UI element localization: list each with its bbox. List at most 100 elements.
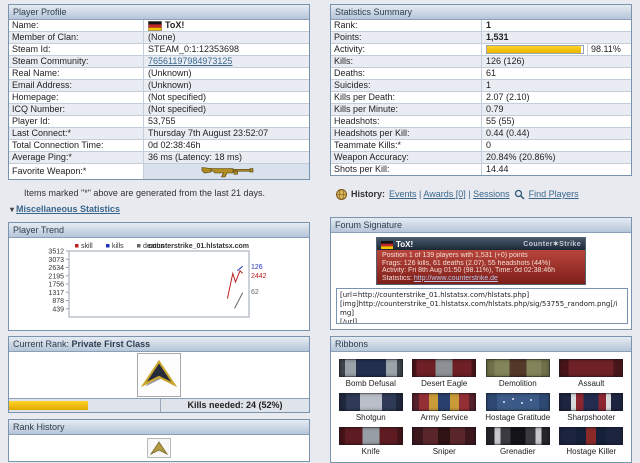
profile-label: Email Address: bbox=[9, 80, 144, 91]
stats-label: Teammate Kills:* bbox=[331, 140, 482, 151]
counter-strike-logo: Counter✶Strike bbox=[523, 241, 581, 248]
stats-row: Kills per Death: 2.07 (2.10) bbox=[331, 91, 631, 103]
stats-value: 0.44 (0.44) bbox=[486, 128, 530, 138]
ribbon-label: Bomb Defusal bbox=[345, 379, 396, 388]
stats-value: 55 (55) bbox=[486, 116, 515, 126]
ribbon-label: Shotgun bbox=[355, 413, 386, 422]
stats-value: 61 bbox=[486, 68, 497, 78]
profile-label: ICQ Number: bbox=[9, 104, 144, 115]
rank-history-insignia-icon bbox=[147, 438, 171, 458]
ribbon-cell: Desert Eagle bbox=[409, 359, 481, 388]
profile-value: 53,755 bbox=[148, 116, 176, 126]
rank-history-panel: Rank History bbox=[8, 419, 310, 462]
stats-value: 126 (126) bbox=[486, 56, 525, 66]
link-separator: | bbox=[465, 189, 474, 199]
ribbon-bomb-defusal bbox=[338, 359, 403, 377]
statistics-summary-rows: Rank: 1 Points: 1,531 Activity: 98.11% Kills: 1… bbox=[331, 20, 631, 175]
profile-value: (Not specified) bbox=[148, 104, 207, 114]
banner-line-activity: Activity: Fri 8th Aug 01:50 (98.11%), Ti… bbox=[382, 267, 556, 274]
profile-value: 0d 02:38:46h bbox=[148, 140, 201, 150]
stats-value: 98.11% bbox=[482, 44, 631, 55]
current-rank-panel: Current Rank: Private First Class Kills … bbox=[8, 336, 310, 413]
stats-label: Deaths: bbox=[331, 68, 482, 79]
profile-row: Average Ping:* 36 ms (Latency: 18 ms) bbox=[9, 151, 309, 163]
right-column: Statistics Summary Rank: 1 Points: 1,531 Act… bbox=[330, 4, 632, 463]
svg-text:skill: skill bbox=[81, 243, 93, 250]
ribbon-cell: Demolition bbox=[482, 359, 554, 388]
ribbon-cell: Sharpshooter bbox=[556, 393, 628, 422]
banner-line-position: Position 1 of 139 players with 1,531 (+0… bbox=[382, 252, 528, 259]
stats-value: 0 bbox=[486, 140, 492, 150]
ribbon-label: Hostage Gratitude bbox=[485, 413, 551, 422]
history-link-sessions[interactable]: Sessions bbox=[473, 189, 510, 199]
rank-insignia-icon bbox=[137, 353, 181, 397]
stats-label: Points: bbox=[331, 32, 482, 43]
bbcode-textarea[interactable]: [url=http://counterstrike_01.hlstatsx.co… bbox=[336, 288, 628, 324]
stats-label: Activity: bbox=[331, 44, 482, 55]
steam-community-link[interactable]: 76561197984973125 bbox=[148, 56, 232, 67]
misc-statistics-link[interactable]: Miscellaneous Statistics bbox=[16, 204, 120, 214]
profile-label: Steam Community: bbox=[9, 56, 144, 67]
ribbon-demolition bbox=[485, 359, 550, 377]
stats-row: Shots per Kill: 14.44 bbox=[331, 163, 631, 175]
svg-text:2634: 2634 bbox=[48, 265, 64, 272]
profile-label: Member of Clan: bbox=[9, 32, 144, 43]
profile-row: Total Connection Time: 0d 02:38:46h bbox=[9, 139, 309, 151]
svg-text:3073: 3073 bbox=[48, 257, 64, 264]
banner-stats-label: Statistics: bbox=[382, 274, 412, 282]
activity-bar-fill bbox=[487, 46, 582, 53]
german-flag-icon bbox=[381, 239, 393, 249]
profile-value: 76561197984973125 bbox=[144, 56, 309, 67]
forum-signature-title: Forum Signature bbox=[331, 218, 631, 233]
profile-row: Member of Clan: (None) bbox=[9, 31, 309, 43]
history-link-awards[interactable]: Awards [0] bbox=[423, 189, 465, 199]
statistics-summary-title: Statistics Summary bbox=[331, 5, 631, 20]
player-trend-title: Player Trend bbox=[9, 223, 309, 238]
history-label: History: bbox=[351, 189, 386, 199]
current-rank-label: Current Rank: bbox=[13, 339, 70, 349]
svg-text:3512: 3512 bbox=[48, 249, 64, 256]
stats-row: Kills: 126 (126) bbox=[331, 55, 631, 67]
stats-value: 2.07 (2.10) bbox=[486, 92, 530, 102]
find-players-link[interactable]: Find Players bbox=[529, 189, 579, 199]
player-profile-title: Player Profile bbox=[9, 5, 309, 20]
stats-value: 14.44 bbox=[486, 164, 509, 174]
stats-value: 1 bbox=[486, 80, 492, 90]
ribbon-cell: Shotgun bbox=[335, 393, 407, 422]
stats-row: Headshots per Kill: 0.44 (0.44) bbox=[331, 127, 631, 139]
ribbon-hostage-killer bbox=[559, 427, 624, 445]
profile-label: Average Ping:* bbox=[9, 152, 144, 163]
profile-label: Name: bbox=[9, 20, 144, 31]
rank-history-body bbox=[9, 435, 309, 461]
profile-row: Name: ToX! bbox=[9, 20, 309, 31]
svg-text:2442: 2442 bbox=[251, 273, 267, 280]
profile-value: (Unknown) bbox=[148, 80, 192, 90]
profile-row: Player Id: 53,755 bbox=[9, 115, 309, 127]
globe-icon bbox=[336, 188, 347, 200]
profile-label: Homepage: bbox=[9, 92, 144, 103]
stats-row: Headshots: 55 (55) bbox=[331, 115, 631, 127]
misc-statistics-row: ▾ Miscellaneous Statistics bbox=[10, 204, 310, 214]
german-flag-icon bbox=[148, 20, 162, 31]
history-links-row: History: Events | Awards [0] | Sessions … bbox=[336, 188, 632, 200]
player-trend-chart: 3512 3073 2634 2195 1756 1317 878 439 skill kills… bbox=[11, 240, 307, 328]
profile-label: Real Name: bbox=[9, 68, 144, 79]
svg-text:1756: 1756 bbox=[48, 282, 64, 289]
history-link-events[interactable]: Events bbox=[389, 189, 417, 199]
profile-value: Thursday 7th August 23:52:07 bbox=[148, 128, 269, 138]
profile-value bbox=[144, 164, 309, 179]
ribbons-panel: Ribbons Bomb Defusal Desert Eagle Demoliti… bbox=[330, 336, 632, 463]
kills-needed-text: Kills needed: 24 (52%) bbox=[187, 400, 283, 410]
profile-row: ICQ Number: (Not specified) bbox=[9, 103, 309, 115]
ribbon-assault bbox=[559, 359, 624, 377]
profile-label: Steam Id: bbox=[9, 44, 144, 55]
profile-row: Steam Community: 76561197984973125 bbox=[9, 55, 309, 67]
ribbon-knife bbox=[338, 427, 403, 445]
trend-chart-svg: 3512307326342195 17561317878439 skill kills… bbox=[48, 243, 267, 318]
profile-value: STEAM_0:1:12353698 bbox=[148, 44, 240, 54]
profile-row: Steam Id: STEAM_0:1:12353698 bbox=[9, 43, 309, 55]
player-trend-panel: Player Trend 3512 3073 2634 2195 1756 1317 878… bbox=[8, 222, 310, 331]
svg-text:2195: 2195 bbox=[48, 273, 64, 280]
stats-value: 20.84% (20.86%) bbox=[486, 152, 556, 162]
profile-label: Last Connect:* bbox=[9, 128, 144, 139]
